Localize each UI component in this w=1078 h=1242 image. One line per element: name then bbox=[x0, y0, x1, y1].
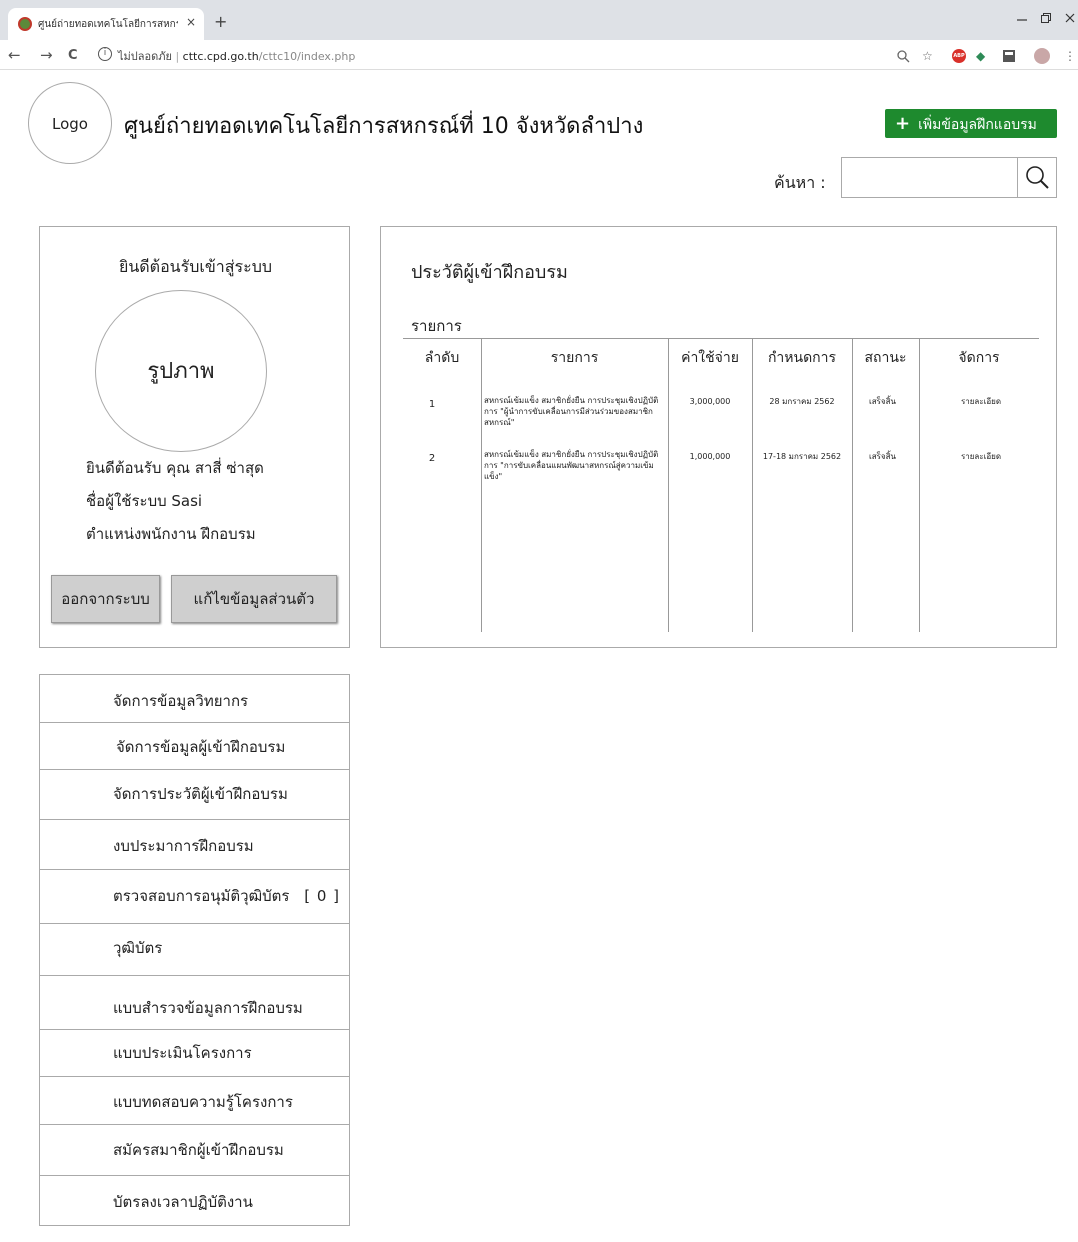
url-path: /cttc10/index.php bbox=[258, 50, 356, 63]
security-label: ไม่ปลอดภัย bbox=[118, 50, 172, 63]
menu-item-lecturers[interactable]: จัดการข้อมูลวิทยากร bbox=[40, 675, 349, 723]
omnibox[interactable]: i ไม่ปลอดภัย | cttc.cpd.go.th/cttc10/ind… bbox=[92, 44, 1076, 66]
back-icon[interactable]: ← bbox=[8, 46, 21, 64]
bookmark-star-icon[interactable]: ☆ bbox=[922, 49, 933, 63]
search-label: ค้นหา : bbox=[774, 173, 826, 192]
info-icon[interactable]: i bbox=[98, 47, 112, 61]
menu-item-certificates[interactable]: วุฒิบัตร bbox=[40, 924, 349, 976]
logo: Logo bbox=[28, 82, 112, 164]
menu-item-certificate-approval-label: ตรวจสอบการอนุมัติวุฒิบัตร bbox=[113, 887, 290, 905]
main-menu: จัดการข้อมูลวิทยากร จัดการข้อมูลผู้เข้าฝ… bbox=[39, 674, 350, 1226]
add-training-label: เพิ่มข้อมูลฝึกแอบรม bbox=[918, 117, 1037, 133]
row-1-schedule: 28 มกราคม 2562 bbox=[769, 397, 835, 406]
browser-tab-bar: ศูนย์ถ่ายทอดเทคโนโลยีการสหกรณ์ที่ 1 × + bbox=[0, 0, 1078, 40]
col-header-action: จัดการ bbox=[958, 350, 1000, 366]
menu-item-certificate-approval[interactable]: ตรวจสอบการอนุมัติวุฒิบัตร [ 0 ] bbox=[40, 870, 349, 924]
column-divider bbox=[852, 339, 853, 632]
row-2-details-link[interactable]: รายละเอียด bbox=[919, 451, 1043, 462]
column-divider bbox=[752, 339, 753, 632]
row-2-schedule: 17-18 มกราคม 2562 bbox=[762, 452, 842, 461]
restore-icon[interactable] bbox=[1040, 12, 1052, 28]
row-2-no: 2 bbox=[428, 453, 436, 464]
row-1-details-link[interactable]: รายละเอียด bbox=[919, 396, 1043, 407]
col-header-no: ลำดับ bbox=[424, 350, 460, 366]
position-line: ตำแหน่งพนักงาน ฝึกอบรม bbox=[86, 525, 256, 543]
new-tab-icon[interactable]: + bbox=[214, 12, 227, 31]
history-table: ลำดับ รายการ ค่าใช้จ่าย กำหนดการ สถานะ จ… bbox=[403, 339, 1039, 632]
approval-count-badge: [ 0 ] bbox=[304, 887, 341, 905]
row-1-cost: 3,000,000 bbox=[689, 397, 731, 406]
menu-item-knowledge-test[interactable]: แบบทดสอบความรู้โครงการ bbox=[40, 1077, 349, 1125]
menu-item-trainee-history[interactable]: จัดการประวัติผู้เข้าฝึกอบรม bbox=[40, 770, 349, 820]
plus-icon: + bbox=[895, 113, 911, 134]
menu-item-budget[interactable]: งบประมาการฝึกอบรม bbox=[40, 820, 349, 870]
column-divider bbox=[481, 339, 482, 632]
browser-tab[interactable]: ศูนย์ถ่ายทอดเทคโนโลยีการสหกรณ์ที่ 1 × bbox=[8, 8, 204, 40]
profile-heading: ยินดีต้อนรับเข้าสู่ระบบ bbox=[118, 257, 273, 276]
reload-icon[interactable]: C bbox=[68, 48, 78, 63]
search-icon bbox=[1026, 166, 1049, 189]
minimize-icon[interactable] bbox=[1016, 12, 1028, 28]
training-history-panel: ประวัติผู้เข้าฝึกอบรม รายการ ลำดับ รายกา… bbox=[380, 226, 1057, 648]
row-2-status: เสร็จสิ้น bbox=[869, 452, 896, 461]
tab-title: ศูนย์ถ่ายทอดเทคโนโลยีการสหกรณ์ที่ 1 bbox=[38, 19, 178, 30]
col-header-status: สถานะ bbox=[864, 350, 907, 366]
profile-avatar-icon[interactable] bbox=[1034, 48, 1050, 64]
site-favicon-icon bbox=[18, 17, 32, 31]
search-input[interactable] bbox=[842, 158, 1017, 197]
adblock-icon[interactable]: ABP bbox=[952, 49, 966, 63]
welcome-user: ยินดีต้อนรับ คุณ สาสี่ ซ่าสุด bbox=[86, 459, 264, 477]
username-line: ชื่อผู้ใช้ระบบ Sasi bbox=[86, 492, 203, 510]
search-button[interactable] bbox=[1017, 158, 1056, 197]
edit-profile-button[interactable]: แก้ไขข้อมูลส่วนตัว bbox=[171, 575, 337, 623]
extension-icon[interactable]: ◆ bbox=[976, 49, 985, 63]
add-training-button[interactable]: + เพิ่มข้อมูลฝึกแอบรม bbox=[885, 109, 1057, 138]
menu-item-time-card[interactable]: บัตรลงเวลาปฏิบัติงาน bbox=[40, 1176, 349, 1226]
profile-photo: รูปภาพ bbox=[95, 290, 267, 452]
row-1-item: สหกรณ์เข้มแข็ง สมาชิกยั่งยืน การประชุมเช… bbox=[484, 396, 659, 427]
address-bar: ← → C i ไม่ปลอดภัย | cttc.cpd.go.th/cttc… bbox=[0, 40, 1078, 70]
column-divider bbox=[668, 339, 669, 632]
zoom-icon[interactable] bbox=[896, 49, 910, 66]
col-header-schedule: กำหนดการ bbox=[767, 350, 837, 366]
menu-kebab-icon[interactable]: ⋮ bbox=[1064, 49, 1076, 63]
col-header-item: รายการ bbox=[550, 350, 599, 366]
profile-panel: ยินดีต้อนรับเข้าสู่ระบบ รูปภาพ ยินดีต้อน… bbox=[39, 226, 350, 648]
list-label: รายการ bbox=[411, 317, 462, 335]
search-box bbox=[841, 157, 1057, 198]
row-2-item: สหกรณ์เข้มแข็ง สมาชิกยั่งยืน การประชุมเช… bbox=[484, 450, 659, 481]
menu-item-trainees[interactable]: จัดการข้อมูลผู้เข้าฝึกอบรม bbox=[40, 723, 349, 770]
col-header-cost: ค่าใช้จ่าย bbox=[681, 350, 739, 366]
menu-item-training-survey[interactable]: แบบสำรวจข้อมูลการฝึกอบรม bbox=[40, 976, 349, 1030]
close-window-icon[interactable] bbox=[1064, 12, 1076, 28]
row-2-cost: 1,000,000 bbox=[689, 452, 731, 461]
url-display[interactable]: ไม่ปลอดภัย | cttc.cpd.go.th/cttc10/index… bbox=[118, 47, 355, 65]
history-title: ประวัติผู้เข้าฝึกอบรม bbox=[411, 262, 568, 283]
url-host: cttc.cpd.go.th bbox=[182, 50, 259, 63]
column-divider bbox=[919, 339, 920, 632]
extension-2-icon[interactable] bbox=[1002, 49, 1016, 66]
row-1-no: 1 bbox=[428, 399, 436, 410]
menu-item-register-trainee[interactable]: สมัครสมาชิกผู้เข้าฝึกอบรม bbox=[40, 1125, 349, 1176]
logout-button[interactable]: ออกจากระบบ bbox=[51, 575, 160, 623]
menu-item-project-evaluation[interactable]: แบบประเมินโครงการ bbox=[40, 1030, 349, 1077]
tab-close-icon[interactable]: × bbox=[186, 15, 196, 29]
forward-icon[interactable]: → bbox=[40, 46, 53, 64]
site-title: ศูนย์ถ่ายทอดเทคโนโลยีการสหกรณ์ที่ 10 จัง… bbox=[124, 114, 644, 139]
row-1-status: เสร็จสิ้น bbox=[869, 397, 896, 406]
